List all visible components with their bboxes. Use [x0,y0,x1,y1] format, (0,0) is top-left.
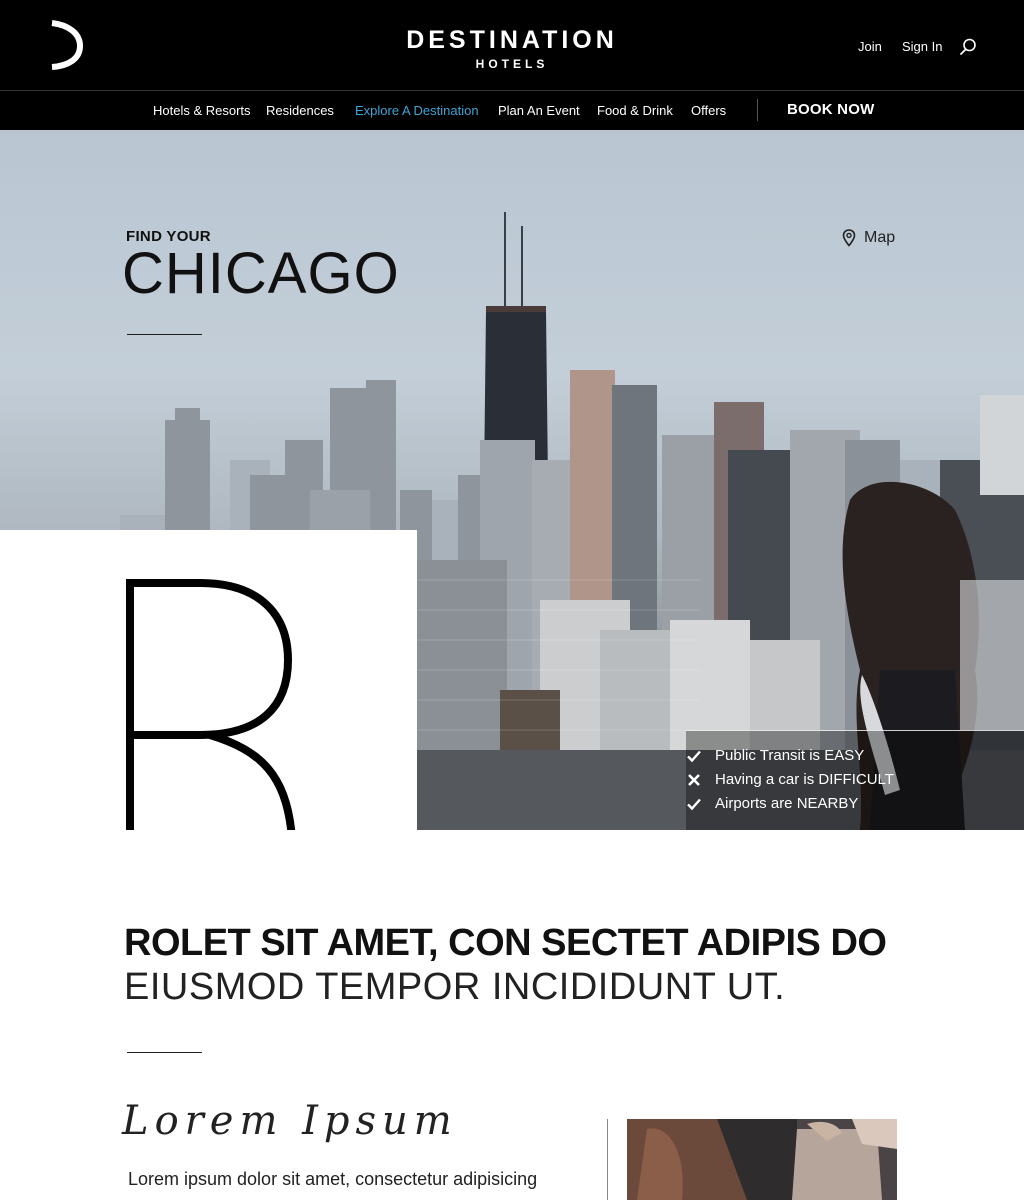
nav-item-hotels-resorts[interactable]: Hotels & Resorts [153,103,251,118]
map-pin-icon [842,229,856,247]
section-headline: ROLET SIT AMET, CON SECTET ADIPIS DO [124,922,887,964]
nav-item-residences[interactable]: Residences [266,103,334,118]
map-link[interactable]: Map [842,229,895,247]
sign-in-link[interactable]: Sign In [902,39,942,54]
nav-divider [757,99,758,121]
destination-features: Public Transit is EASY Having a car is D… [686,730,1024,830]
feature-text: Having a car is DIFFICULT [715,771,894,788]
main-nav: Hotels & Resorts Residences Explore A De… [0,90,1024,130]
script-title: Lorem Ipsum [122,1098,458,1144]
nav-item-explore-destination[interactable]: Explore A Destination [355,103,479,118]
map-link-label: Map [864,229,896,246]
join-link[interactable]: Join [858,39,882,54]
section-subheadline: EIUSMOD TEMPOR INCIDIDUNT UT. [124,966,786,1008]
hero-section: FIND YOUR CHICAGO Map Public Transit is … [0,130,1024,830]
feature-item: Having a car is DIFFICULT [686,771,894,788]
body-text: Lorem ipsum dolor sit amet, consectetur … [128,1169,538,1189]
column-divider [607,1119,608,1200]
feature-text: Public Transit is EASY [715,747,865,764]
site-header: DESTINATION HOTELS Join Sign In [0,0,1024,90]
nav-item-offers[interactable]: Offers [691,103,726,118]
drink-photo [627,1119,897,1200]
check-icon [687,798,701,810]
brand-subtitle: HOTELS [475,57,549,71]
feature-item: Public Transit is EASY [686,747,864,764]
nav-item-food-drink[interactable]: Food & Drink [597,103,673,118]
book-now-button[interactable]: BOOK NOW [787,101,874,118]
content-divider [127,1052,202,1053]
nav-item-plan-event[interactable]: Plan An Event [498,103,580,118]
check-icon [687,750,701,762]
hero-divider [127,334,202,335]
search-icon[interactable] [958,37,978,57]
x-icon [688,773,700,786]
drink-photo-image [627,1119,897,1200]
drop-cap-letter [126,579,296,830]
feature-item: Airports are NEARBY [686,795,858,812]
feature-text: Airports are NEARBY [715,795,859,812]
drop-cap-panel [0,530,417,830]
hero-city-title: CHICAGO [122,241,400,306]
